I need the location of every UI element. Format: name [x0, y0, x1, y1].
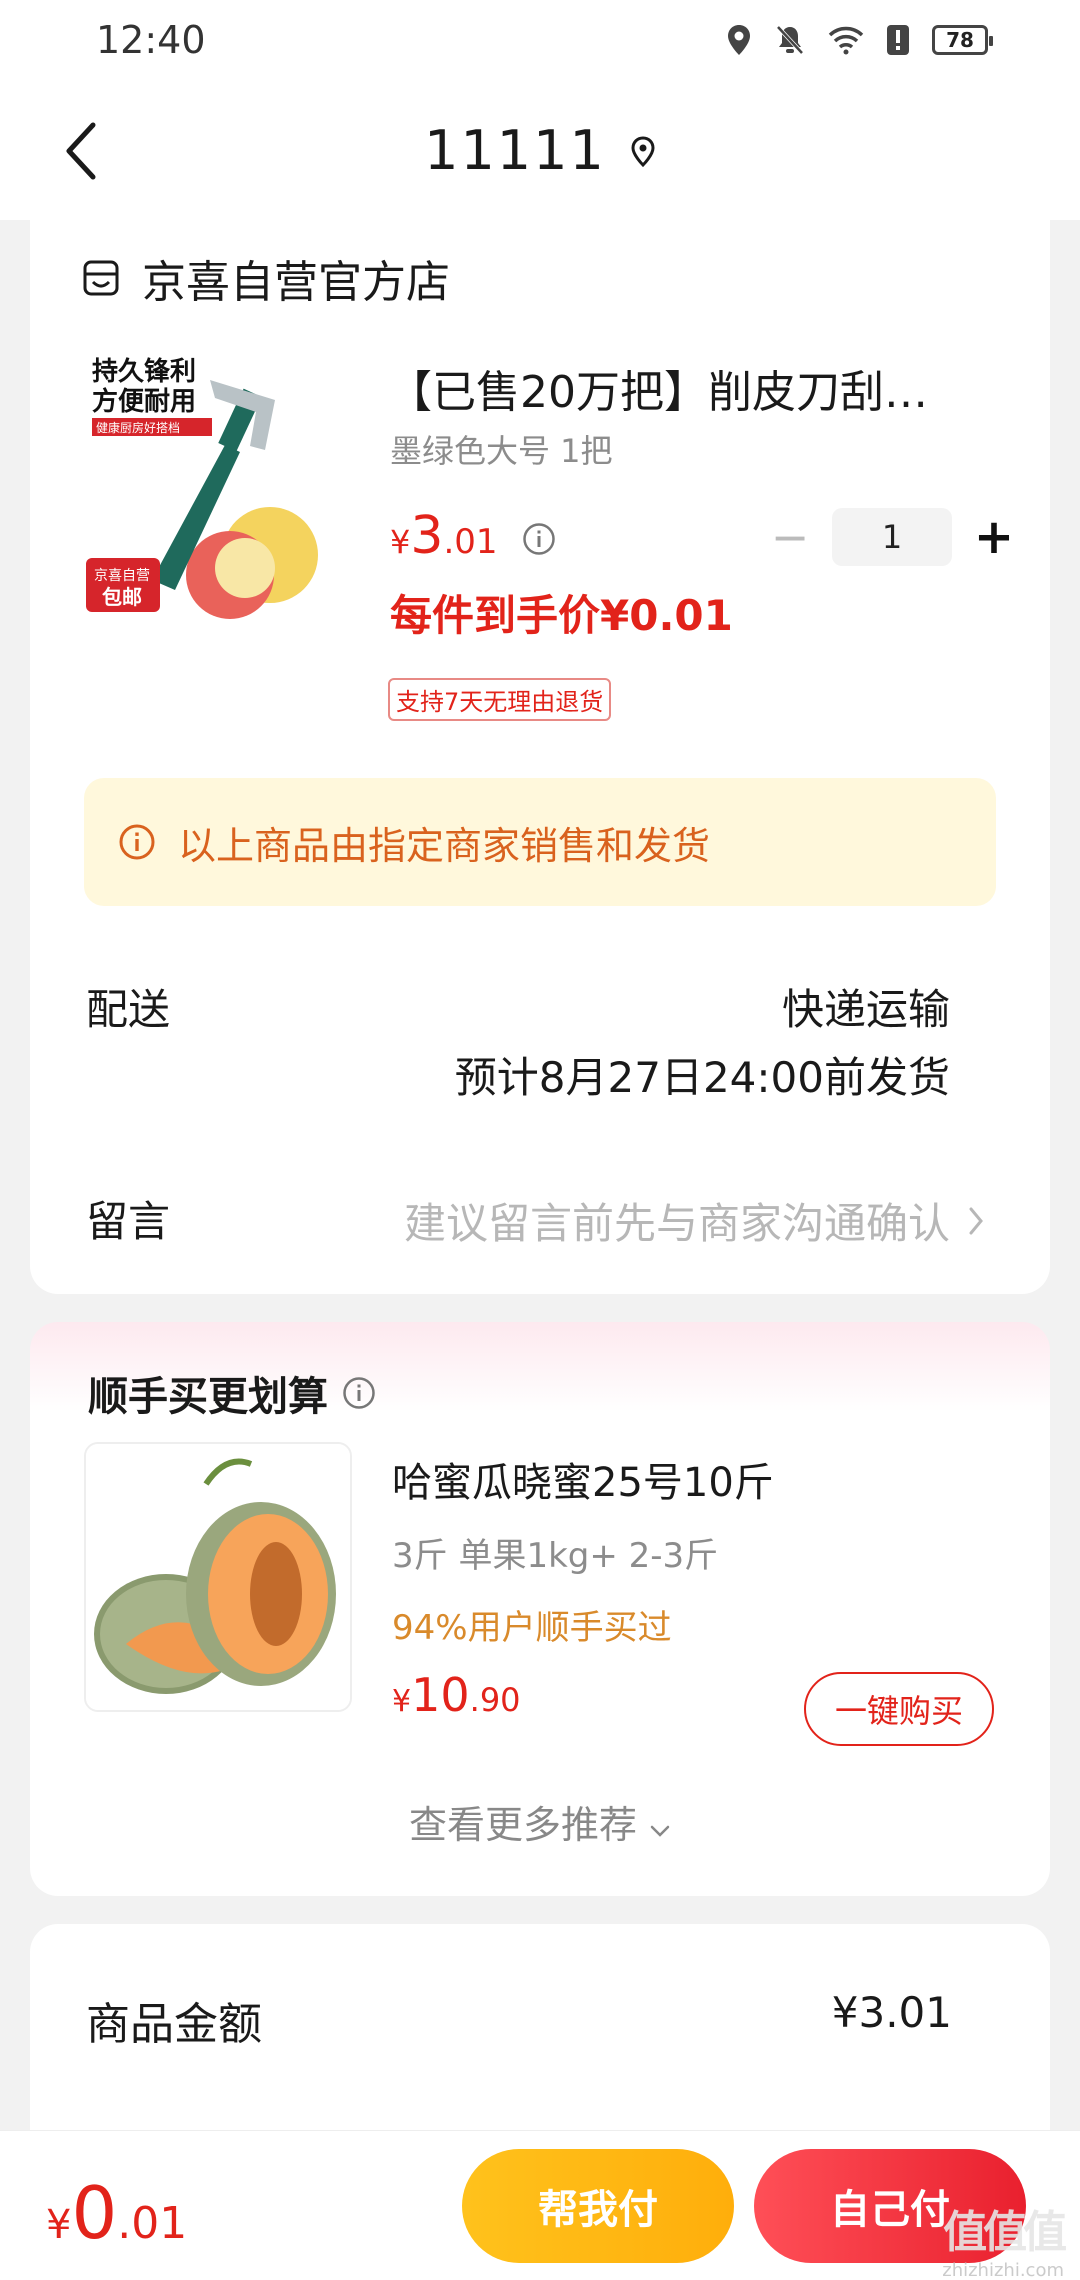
quantity-increase-button[interactable]: + — [964, 509, 1024, 565]
chevron-left-icon — [66, 122, 96, 180]
product-spec[interactable]: 墨绿色大号 1把 — [390, 426, 613, 472]
seller-notice-text: 以上商品由指定商家销售和发货 — [178, 823, 711, 868]
store-header[interactable]: 京喜自营官方店 — [82, 246, 450, 310]
chevron-right-icon — [969, 1207, 983, 1234]
battery-icon: 78 — [932, 25, 993, 55]
recommend-info-icon[interactable] — [342, 1376, 376, 1410]
recommend-social-proof: 94%用户顺手买过 — [392, 1608, 672, 1648]
product-price: ¥ 3 .01 — [390, 506, 498, 566]
reco-price-currency: ¥ — [392, 1684, 412, 1719]
product-image[interactable]: 持久锋利 方便耐用 健康厨房好搭档 京喜自营 包邮 — [80, 350, 330, 620]
checkout-bar: ¥ 0 .01 帮我付 自己付 — [0, 2130, 1080, 2280]
message-placeholder: 建议留言前先与商家沟通确认 — [403, 1199, 950, 1248]
price-decimal: .01 — [443, 522, 498, 562]
total-price: ¥ 0 .01 — [46, 2171, 187, 2255]
reco-price-integer: 10 — [411, 1668, 470, 1722]
watermark-domain: zhizhizhi.com — [942, 2260, 1064, 2280]
delivery-method[interactable]: 快递运输 — [782, 976, 950, 1037]
seller-notice: 以上商品由指定商家销售和发货 — [84, 778, 996, 906]
delivery-label: 配送 — [86, 985, 171, 1034]
status-time: 12:40 — [96, 18, 206, 62]
reco-price-decimal: .90 — [469, 1681, 521, 1719]
more-recommend-label: 查看更多推荐 — [408, 1803, 637, 1847]
quantity-value[interactable]: 1 — [832, 508, 952, 566]
goods-amount-label: 商品金额 — [86, 1999, 262, 2050]
more-recommend-link[interactable]: 查看更多推荐 — [30, 1794, 1050, 1849]
recommend-item-price: ¥ 10 .90 — [392, 1668, 521, 1722]
price-info-icon[interactable] — [522, 522, 556, 556]
melon-picture — [86, 1444, 350, 1710]
delivery-eta: 预计8月27日24:00前发货 — [454, 1053, 950, 1102]
goods-amount-value: ¥3.01 — [831, 1988, 952, 2037]
site-watermark: 值值值 zhizhizhi.com — [942, 2196, 1067, 2280]
status-bar: 12:40 78 — [0, 0, 1080, 80]
store-icon — [83, 260, 119, 296]
recommend-item-name[interactable]: 哈蜜瓜晓蜜25号10斤 — [392, 1450, 774, 1508]
quantity-decrease-button[interactable]: − — [760, 510, 820, 564]
watermark-logo: 值值值 — [943, 2207, 1067, 2258]
address-pin-icon[interactable] — [630, 136, 656, 168]
total-currency: ¥ — [46, 2202, 72, 2248]
image-text-1: 持久锋利 — [92, 357, 196, 387]
message-label: 留言 — [86, 1197, 171, 1246]
price-integer: 3 — [410, 506, 444, 566]
help-pay-button[interactable]: 帮我付 — [462, 2149, 734, 2263]
melon-image[interactable] — [84, 1442, 352, 1712]
image-text-2: 方便耐用 — [92, 386, 196, 417]
chevron-down-icon — [650, 1825, 670, 1837]
peeler-image: 持久锋利 方便耐用 健康厨房好搭档 京喜自营 包邮 — [80, 350, 330, 620]
image-tag-1: 京喜自营 — [94, 568, 150, 584]
product-title[interactable]: 【已售20万把】削皮刀刮… — [388, 356, 988, 420]
total-decimal: .01 — [117, 2198, 188, 2249]
recommend-title-text: 顺手买更划算 — [88, 1374, 328, 1420]
alert-icon — [887, 25, 909, 55]
quantity-stepper: − 1 + — [760, 508, 1024, 566]
price-currency: ¥ — [390, 523, 411, 561]
back-button[interactable] — [50, 116, 110, 186]
recommend-card: 顺手买更划算 哈蜜瓜晓蜜25号10斤 3斤 单果1kg+ 2-3斤 94%用户顺… — [30, 1322, 1050, 1896]
deal-price: 每件到手价¥0.01 — [390, 591, 733, 640]
recommend-item-spec: 3斤 单果1kg+ 2-3斤 — [392, 1536, 719, 1576]
status-icons: 78 — [726, 24, 993, 56]
return-policy-badge: 支持7天无理由退货 — [388, 678, 612, 721]
image-tag-2: 包邮 — [102, 585, 142, 609]
location-icon — [728, 25, 750, 55]
image-text-3: 健康厨房好搭档 — [96, 420, 180, 435]
total-integer: 0 — [71, 2171, 118, 2255]
recommend-title: 顺手买更划算 — [88, 1364, 376, 1422]
page-header: 11111 — [0, 80, 1080, 220]
page-title: 11111 — [424, 118, 606, 182]
message-field[interactable]: 建议留言前先与商家沟通确认 — [404, 1190, 984, 1251]
store-name: 京喜自营官方店 — [142, 257, 450, 308]
info-circle-icon — [119, 824, 155, 860]
mute-bell-icon — [776, 25, 804, 55]
one-click-buy-button[interactable]: 一键购买 — [804, 1672, 994, 1746]
wifi-icon — [828, 26, 864, 55]
order-store-card: 京喜自营官方店 持久锋利 方便耐用 健康厨房好搭档 京喜自营 包邮 【已售20万… — [30, 200, 1050, 1294]
